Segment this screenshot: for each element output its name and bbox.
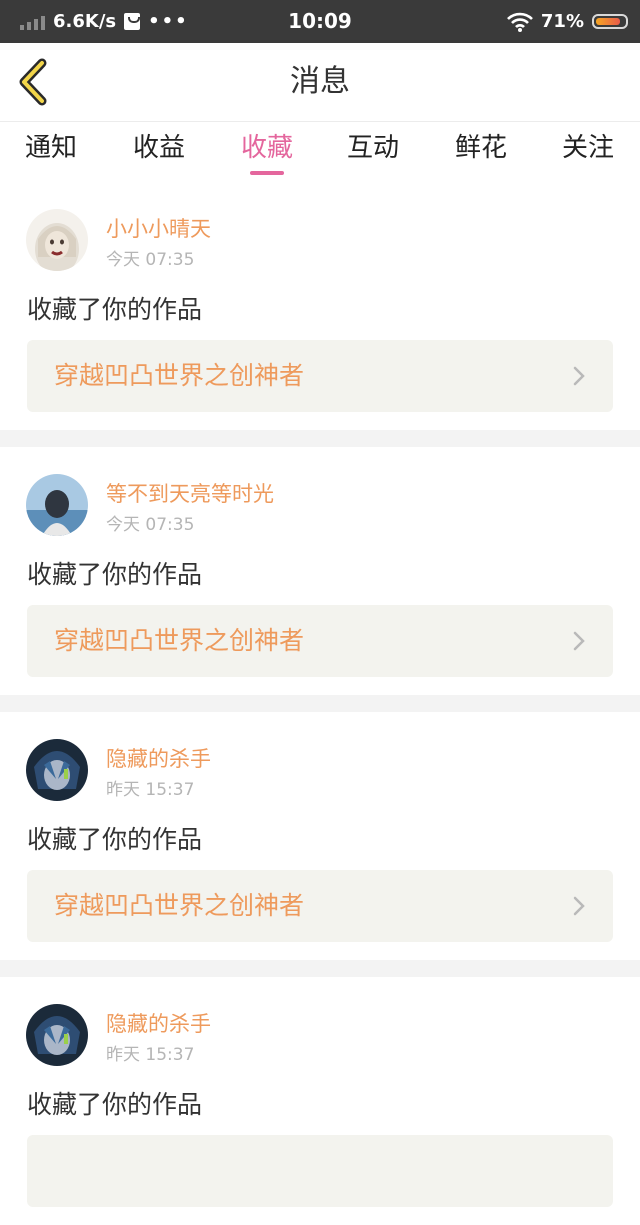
divider: [0, 430, 640, 447]
active-tab-indicator: [250, 171, 284, 175]
tab-label: 关注: [561, 133, 614, 163]
username[interactable]: 隐藏的杀手: [106, 1008, 211, 1038]
avatar[interactable]: [26, 1004, 88, 1066]
tab-label: 收藏: [240, 133, 293, 163]
status-bar: 6.6K/s ••• 10:09 71%: [0, 0, 640, 43]
status-right: 71%: [506, 0, 628, 43]
tab-label: 通知: [24, 133, 77, 163]
avatar[interactable]: [26, 209, 88, 271]
tab-label: 互动: [346, 133, 399, 163]
message-text: 收藏了你的作品: [27, 560, 203, 589]
username[interactable]: 小小小晴天: [106, 213, 211, 243]
message-list: 小小小晴天 今天 07:35 收藏了你的作品 穿越凹凸世界之创神者 等不到天亮等…: [0, 182, 640, 1225]
tab-earnings[interactable]: 收益: [104, 122, 214, 182]
app-header: 消息: [0, 43, 640, 122]
message-card: 小小小晴天 今天 07:35 收藏了你的作品 穿越凹凸世界之创神者: [0, 182, 640, 430]
avatar[interactable]: [26, 474, 88, 536]
work-link[interactable]: 穿越凹凸世界之创神者: [27, 870, 613, 942]
username[interactable]: 隐藏的杀手: [106, 743, 211, 773]
message-time: 昨天 15:37: [106, 1045, 195, 1065]
work-title: 穿越凹凸世界之创神者: [54, 891, 305, 920]
message-card: 隐藏的杀手 昨天 15:37 收藏了你的作品 穿越凹凸世界之创神者: [0, 712, 640, 960]
battery-icon: [592, 14, 628, 29]
tab-bar: 通知 收益 收藏 互动 鲜花 关注: [0, 122, 640, 182]
username[interactable]: 等不到天亮等时光: [106, 478, 274, 508]
tab-favorites[interactable]: 收藏: [212, 122, 322, 182]
tab-interaction[interactable]: 互动: [318, 122, 428, 182]
chevron-right-icon: [573, 366, 585, 386]
page-title: 消息: [290, 64, 350, 99]
message-card: 等不到天亮等时光 今天 07:35 收藏了你的作品 穿越凹凸世界之创神者: [0, 447, 640, 695]
message-time: 今天 07:35: [106, 515, 195, 535]
tab-notice[interactable]: 通知: [0, 122, 106, 182]
divider: [0, 695, 640, 712]
tab-label: 鲜花: [454, 133, 507, 163]
work-link[interactable]: [27, 1135, 613, 1207]
wifi-icon: [506, 12, 533, 32]
work-link[interactable]: 穿越凹凸世界之创神者: [27, 605, 613, 677]
tab-flowers[interactable]: 鲜花: [426, 122, 536, 182]
message-text: 收藏了你的作品: [27, 825, 203, 854]
message-text: 收藏了你的作品: [27, 295, 203, 324]
work-link[interactable]: 穿越凹凸世界之创神者: [27, 340, 613, 412]
message-card: 隐藏的杀手 昨天 15:37 收藏了你的作品: [0, 977, 640, 1225]
work-title: 穿越凹凸世界之创神者: [54, 361, 305, 390]
tab-follow[interactable]: 关注: [533, 122, 640, 182]
message-text: 收藏了你的作品: [27, 1090, 203, 1119]
tab-label: 收益: [132, 133, 185, 163]
message-time: 昨天 15:37: [106, 780, 195, 800]
avatar[interactable]: [26, 739, 88, 801]
work-title: 穿越凹凸世界之创神者: [54, 626, 305, 655]
message-time: 今天 07:35: [106, 250, 195, 270]
battery-percent: 71%: [540, 11, 584, 32]
battery-fill: [596, 18, 620, 25]
chevron-right-icon: [573, 631, 585, 651]
chevron-right-icon: [573, 896, 585, 916]
divider: [0, 960, 640, 977]
